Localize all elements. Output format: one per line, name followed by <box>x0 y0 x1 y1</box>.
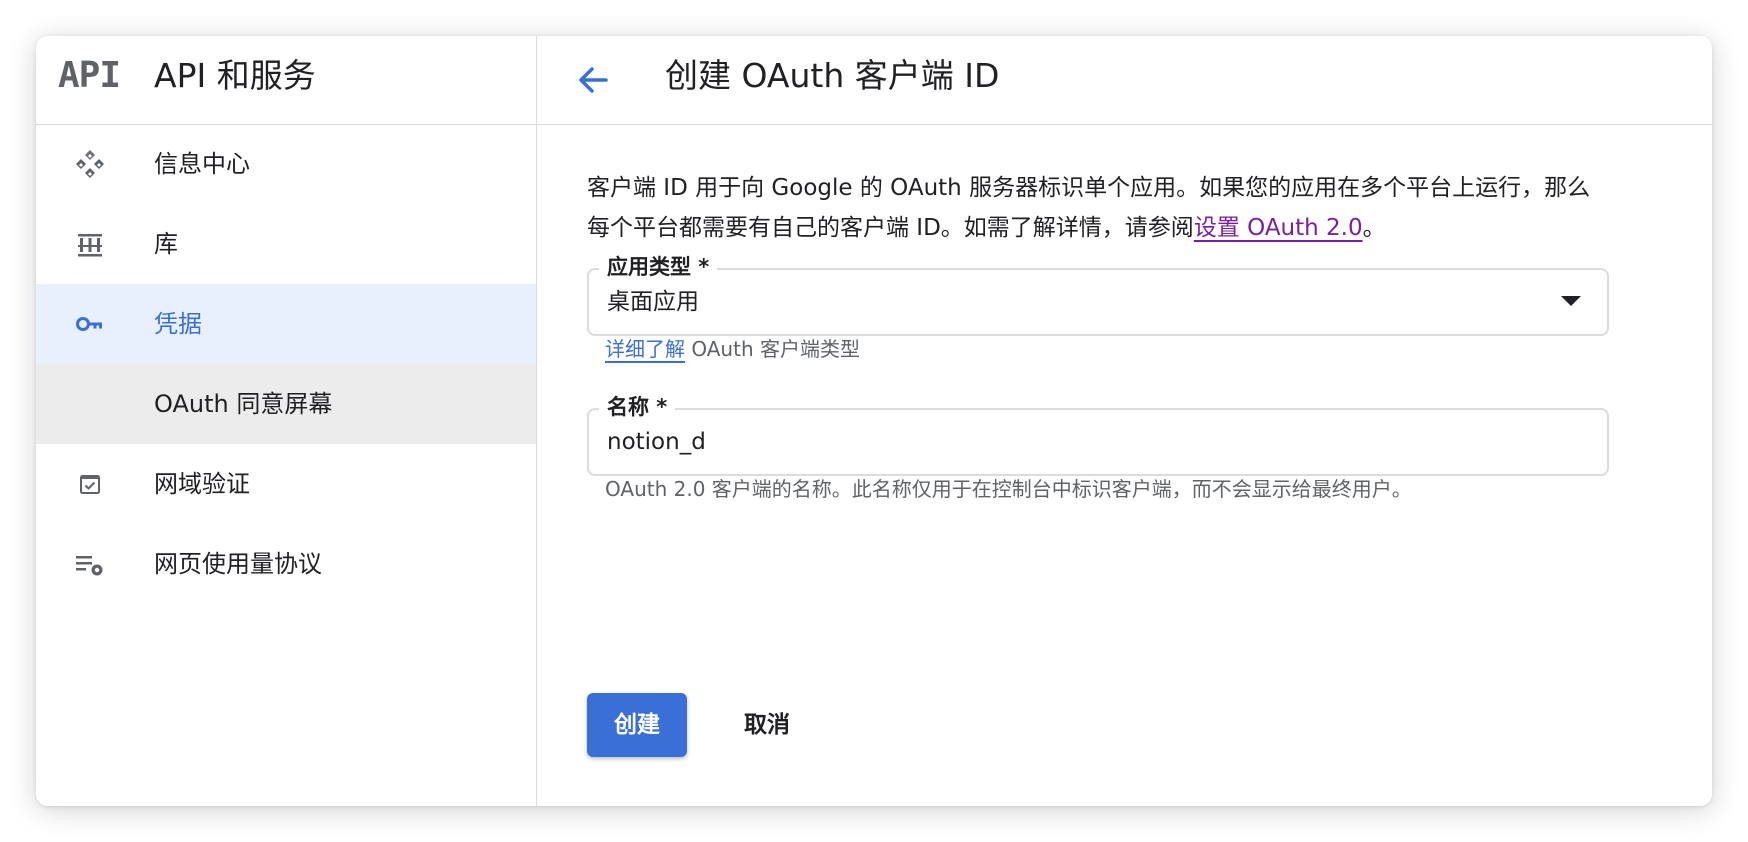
description: 客户端 ID 用于向 Google 的 OAuth 服务器标识单个应用。如果您的… <box>587 168 1597 248</box>
main-panel: 创建 OAuth 客户端 ID 客户端 ID 用于向 Google 的 OAut… <box>537 36 1712 806</box>
app-type-value: 桌面应用 <box>607 289 699 315</box>
cancel-button[interactable]: 取消 <box>707 693 827 757</box>
key-icon <box>76 317 102 331</box>
sidebar-item-library[interactable]: 库 <box>36 204 536 284</box>
sidebar-item-dashboard[interactable]: 信息中心 <box>36 124 536 204</box>
description-suffix: 。 <box>1362 215 1386 241</box>
oauth-setup-link[interactable]: 设置 OAuth 2.0 <box>1194 215 1363 241</box>
page-title: 创建 OAuth 客户端 ID <box>665 56 1000 95</box>
list-settings-icon <box>76 556 103 576</box>
sidebar-item-oauth-consent[interactable]: OAuth 同意屏幕 <box>36 364 536 444</box>
dropdown-arrow-icon <box>1561 296 1581 306</box>
sidebar-item-label: OAuth 同意屏幕 <box>154 390 333 418</box>
name-field[interactable]: 名称 * notion_d <box>587 392 1609 476</box>
sidebar-header: API API 和服务 <box>36 36 536 125</box>
sidebar-item-label: 网页使用量协议 <box>154 550 322 578</box>
sidebar-item-label: 信息中心 <box>154 150 250 178</box>
name-value: notion_d <box>607 429 706 455</box>
sidebar-item-label: 库 <box>154 230 178 258</box>
checkbox-icon <box>80 475 100 494</box>
app-type-select[interactable]: 应用类型 * 桌面应用 <box>587 252 1609 336</box>
sidebar-item-label: 网域验证 <box>154 470 250 498</box>
sidebar-item-domain-verification[interactable]: 网域验证 <box>36 444 536 524</box>
library-icon <box>78 234 102 257</box>
create-button[interactable]: 创建 <box>587 693 687 757</box>
description-text: 客户端 ID 用于向 Google 的 OAuth 服务器标识单个应用。如果您的… <box>587 175 1591 241</box>
learn-more-link[interactable]: 详细了解 <box>605 337 685 361</box>
arrow-back-icon[interactable] <box>573 60 613 100</box>
page-header: 创建 OAuth 客户端 ID <box>537 36 1712 125</box>
app-type-helper: 详细了解 OAuth 客户端类型 <box>605 334 860 364</box>
sidebar-item-credentials[interactable]: 凭据 <box>36 284 536 364</box>
sidebar: API API 和服务 信息中心 库 凭据 OAuth 同意屏幕 网域验证 网页… <box>36 36 537 806</box>
app-window: API API 和服务 信息中心 库 凭据 OAuth 同意屏幕 网域验证 网页… <box>36 36 1712 806</box>
app-type-helper-text: OAuth 客户端类型 <box>685 337 860 361</box>
sidebar-title: API 和服务 <box>154 56 316 95</box>
api-logo: API <box>58 55 121 96</box>
sidebar-item-label: 凭据 <box>154 310 202 338</box>
sidebar-item-page-usage[interactable]: 网页使用量协议 <box>36 524 536 604</box>
dashboard-icon <box>76 150 104 178</box>
name-helper: OAuth 2.0 客户端的名称。此名称仅用于在控制台中标识客户端，而不会显示给… <box>605 477 1412 501</box>
sidebar-nav: 信息中心 库 凭据 OAuth 同意屏幕 网域验证 网页使用量协议 <box>36 124 536 604</box>
